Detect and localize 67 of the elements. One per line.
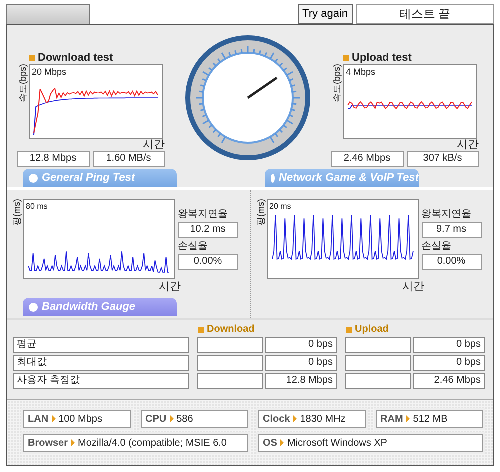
info-value: 512 MB xyxy=(413,414,448,424)
table-cell xyxy=(345,355,411,371)
table-cell xyxy=(197,337,263,353)
stat-label: 왕복지연율 xyxy=(422,208,472,221)
column-header: Download xyxy=(197,324,337,335)
axis-label: 핑(ms) xyxy=(11,199,22,226)
latency-value: 10.2 ms xyxy=(178,222,238,238)
speed-value: 1.60 MB/s xyxy=(92,151,165,167)
info-label: RAM xyxy=(380,414,404,424)
table-cell xyxy=(197,373,263,389)
arrow-icon xyxy=(170,415,174,423)
info-value: Microsoft Windows XP xyxy=(287,438,388,448)
arrow-icon xyxy=(52,415,56,423)
stat-label: 왕복지연율 xyxy=(178,208,229,221)
speed-value: 12.8 Mbps xyxy=(17,151,90,167)
axis-label: 시간 xyxy=(143,139,165,151)
axis-label: 핑(ms) xyxy=(254,199,266,226)
info-label: LAN xyxy=(28,414,49,424)
axis-label: 속도(bps) xyxy=(17,64,28,103)
chart-max-label: 20 Mbps xyxy=(32,67,67,77)
chart-max-label: 20 ms xyxy=(270,202,292,211)
section-tab[interactable]: Bandwidth Gauge xyxy=(23,298,177,316)
axis-label: 시간 xyxy=(402,281,424,293)
arrow-icon xyxy=(71,439,76,447)
loss-value: 0.00% xyxy=(422,254,482,270)
info-value: 586 xyxy=(176,414,194,424)
table-cell: 2.46 Mbps xyxy=(413,373,485,389)
info-label: CPU xyxy=(146,414,167,424)
arrow-icon xyxy=(406,415,410,423)
table-cell: 0 bps xyxy=(265,337,337,353)
table-cell xyxy=(345,373,411,389)
axis-label: 시간 xyxy=(159,281,181,293)
test-title: Upload test xyxy=(331,52,479,64)
table-cell: 0 bps xyxy=(413,337,485,353)
table-cell: 0 bps xyxy=(413,355,485,371)
section-tab[interactable]: Network Game & VoIP Test xyxy=(265,169,419,187)
info-value: 1830 MHz xyxy=(300,414,346,424)
table-cell: 0 bps xyxy=(265,355,337,371)
info-label: Browser xyxy=(28,438,68,448)
table-cell: 12.8 Mbps xyxy=(265,373,337,389)
chart-max-label: 4 Mbps xyxy=(346,67,376,77)
info-value: 100 Mbps xyxy=(58,414,102,424)
latency-value: 9.7 ms xyxy=(422,222,482,238)
speed-value: 2.46 Mbps xyxy=(331,151,404,167)
table-cell xyxy=(197,355,263,371)
axis-label: 시간 xyxy=(457,139,479,151)
test-title: Download test xyxy=(17,52,165,64)
row-label: 평균 xyxy=(13,337,189,353)
status-field: 테스트 끝 xyxy=(356,4,494,24)
axis-label: 속도(bps) xyxy=(331,64,342,103)
arrow-icon xyxy=(280,439,284,447)
table-cell xyxy=(345,337,411,353)
main-tab[interactable] xyxy=(6,4,90,24)
chart-max-label: 80 ms xyxy=(26,202,48,211)
row-label: 사용자 측정값 xyxy=(13,373,189,389)
stat-label: 손실율 xyxy=(178,240,209,253)
section-tab[interactable]: General Ping Test xyxy=(23,169,177,187)
stat-label: 손실율 xyxy=(422,240,452,253)
info-value: Mozilla/4.0 (compatible; MSIE 6.0 xyxy=(78,438,227,448)
speed-value: 307 kB/s xyxy=(406,151,479,167)
loss-value: 0.00% xyxy=(178,254,238,270)
try-again-button[interactable]: Try again xyxy=(298,4,353,24)
arrow-icon xyxy=(293,415,298,423)
info-label: OS xyxy=(263,438,278,448)
column-header: Upload xyxy=(345,324,485,335)
info-label: Clock xyxy=(263,414,290,424)
row-label: 최대값 xyxy=(13,355,189,371)
